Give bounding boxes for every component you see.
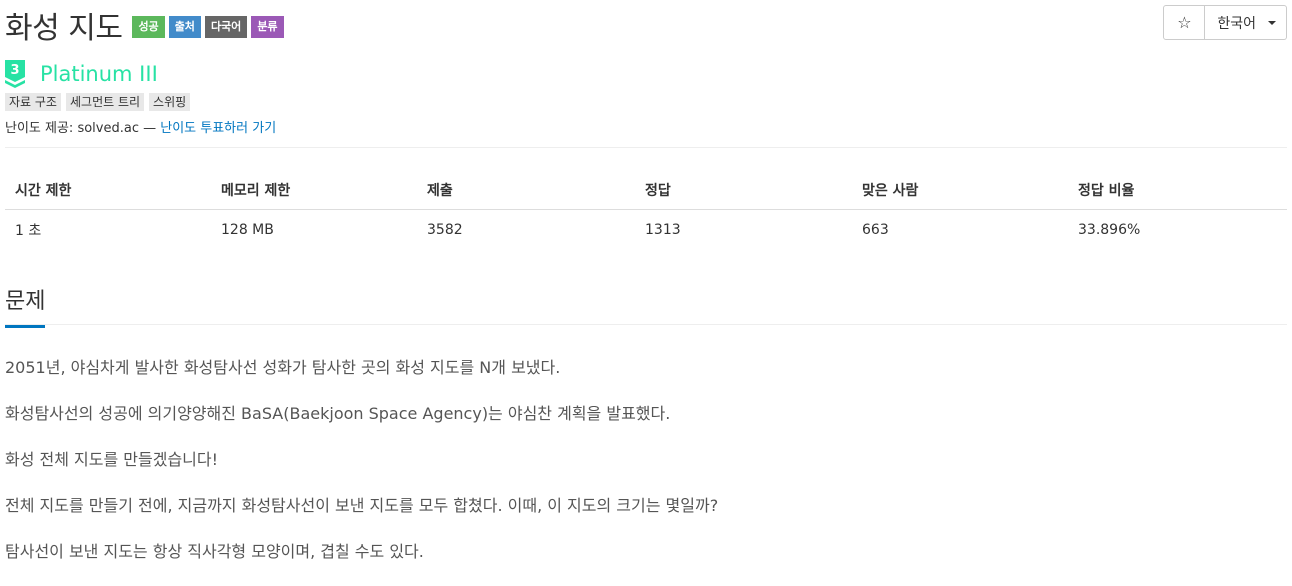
tier-label[interactable]: Platinum III: [40, 62, 158, 86]
cell-accept-ratio: 33.896%: [1078, 222, 1141, 238]
cell-accepted[interactable]: 1313: [635, 210, 852, 251]
description-paragraph: 화성탐사선의 성공에 의기양양해진 BaSA(Baekjoon Space Ag…: [5, 404, 671, 423]
divider: [5, 324, 1287, 325]
divider: [5, 147, 1287, 148]
star-icon: ☆: [1177, 13, 1192, 32]
language-dropdown[interactable]: 한국어: [1205, 5, 1287, 40]
description-paragraph: 화성 전체 지도를 만들겠습니다!: [5, 450, 219, 469]
header-accepted: 정답: [635, 171, 852, 210]
cell-solved-users[interactable]: 663: [852, 210, 1068, 251]
tier-level-text: 3: [10, 63, 19, 78]
algorithm-tags: 자료 구조 세그먼트 트리 스위핑: [5, 93, 191, 111]
problem-info-table: 시간 제한 메모리 제한 제출 정답 맞은 사람 정답 비율 1 초 128 M…: [5, 171, 1287, 250]
problem-description: 2051년, 야심차게 발사한 화성탐사선 성화가 탐사한 곳의 화성 지도를 …: [5, 356, 1285, 586]
cell-time-limit: 1 초: [15, 223, 42, 239]
difficulty-provider: 난이도 제공: solved.ac — 난이도 투표하러 가기: [5, 117, 276, 136]
favorite-button[interactable]: ☆: [1163, 5, 1206, 40]
section-heading: 문제: [5, 283, 46, 328]
tag-item[interactable]: 자료 구조: [5, 93, 61, 111]
table-row: 1 초 128 MB 3582 1313 663 33.896%: [5, 210, 1287, 251]
cell-submissions[interactable]: 3582: [417, 210, 635, 251]
tag-item[interactable]: 세그먼트 트리: [65, 93, 145, 111]
page-title: 화성 지도: [5, 11, 123, 46]
description-paragraph: 전체 지도를 만들기 전에, 지금까지 화성탐사선이 보낸 지도를 모두 합쳤다…: [5, 496, 719, 515]
header-memory-limit: 메모리 제한: [211, 171, 417, 210]
description-paragraph: 2051년, 야심차게 발사한 화성탐사선 성화가 탐사한 곳의 화성 지도를 …: [5, 358, 561, 377]
description-paragraph: 탐사선이 보낸 지도는 항상 직사각형 모양이며, 겹칠 수도 있다.: [5, 542, 424, 561]
badge-category[interactable]: 분류: [251, 16, 284, 38]
language-label: 한국어: [1217, 15, 1256, 32]
problem-header: 화성 지도 성공 출처 다국어 분류: [5, 2, 284, 48]
tag-item[interactable]: 스위핑: [149, 93, 191, 111]
header-submissions: 제출: [417, 171, 635, 210]
tier-info: 3 Platinum III: [5, 60, 158, 88]
header-accept-ratio: 정답 비율: [1068, 171, 1287, 210]
header-time-limit: 시간 제한: [5, 171, 211, 210]
provider-label: 난이도 제공: solved.ac —: [5, 121, 157, 136]
badge-success[interactable]: 성공: [132, 16, 165, 38]
header-solved-users: 맞은 사람: [852, 171, 1068, 210]
badge-group: 성공 출처 다국어 분류: [132, 16, 284, 38]
badge-source[interactable]: 출처: [168, 16, 201, 38]
table-header-row: 시간 제한 메모리 제한 제출 정답 맞은 사람 정답 비율: [5, 171, 1287, 210]
tier-shield-icon: 3: [5, 60, 25, 88]
badge-multilang[interactable]: 다국어: [204, 16, 248, 38]
problem-toolbar: ☆ 한국어: [1163, 5, 1287, 40]
cell-memory-limit: 128 MB: [221, 222, 274, 238]
vote-link[interactable]: 난이도 투표하러 가기: [160, 121, 276, 136]
chevron-down-icon: [1268, 20, 1276, 25]
